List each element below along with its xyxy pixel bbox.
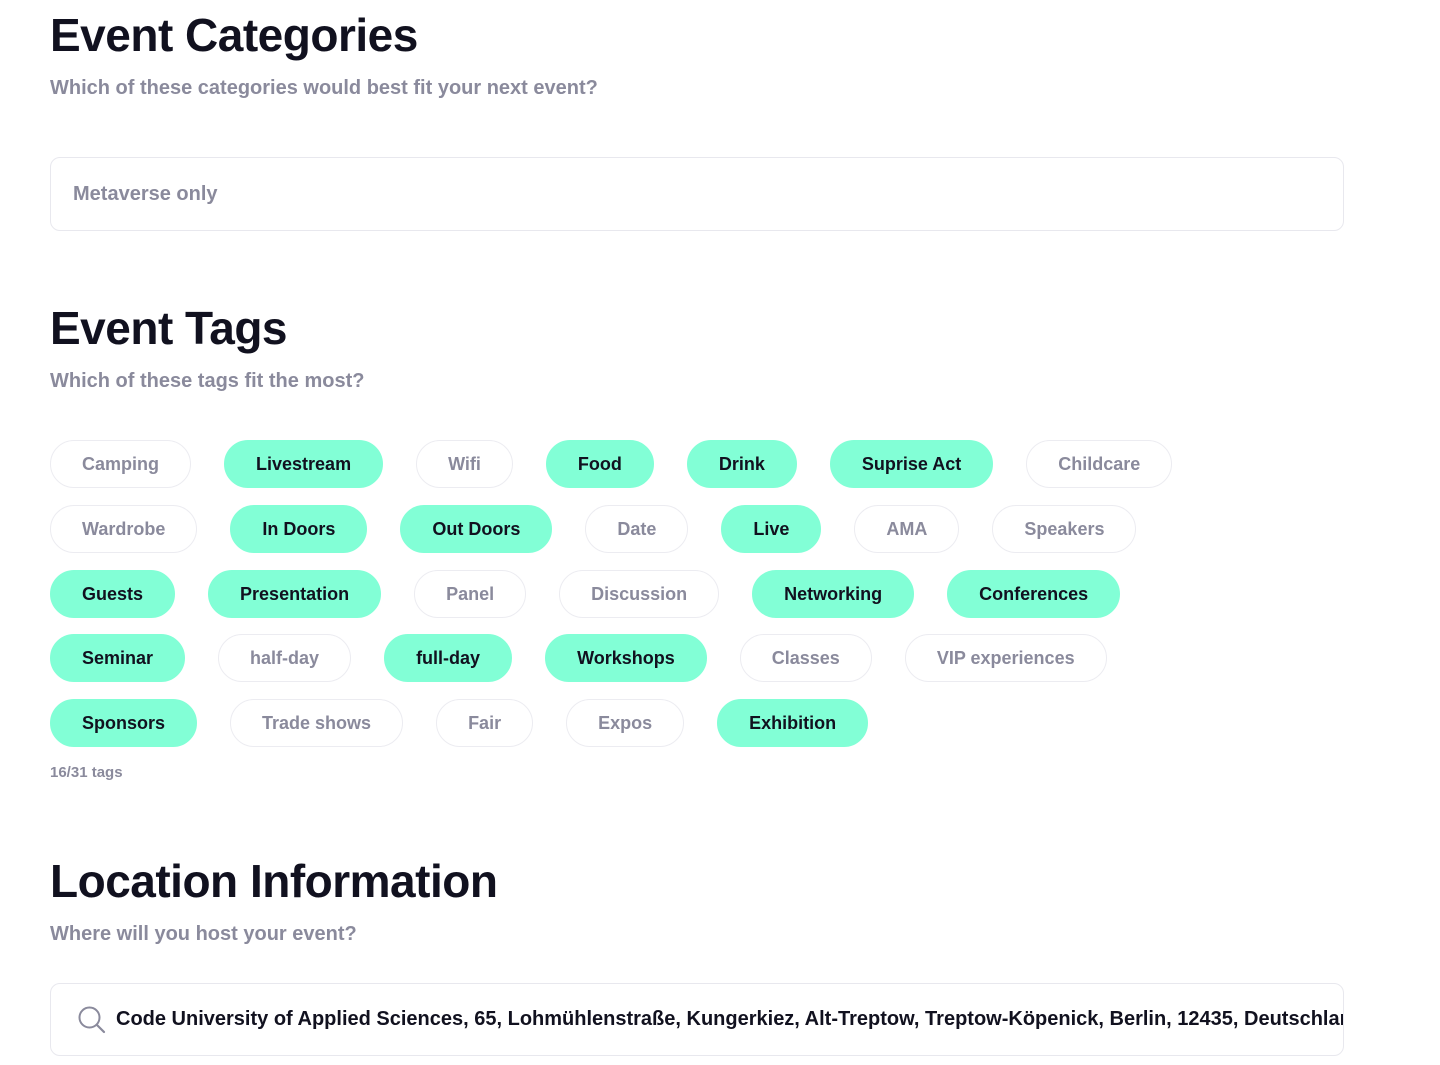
tag-chip[interactable]: Exhibition [717,699,869,747]
tags-subtitle: Which of these tags fit the most? [50,370,365,392]
tag-chip[interactable]: Live [721,505,822,553]
tag-chip[interactable]: Classes [739,634,872,682]
tag-chip[interactable]: Seminar [50,634,186,682]
tag-row: Sponsors Trade shows Fair Expos Exhibition [50,699,869,747]
tag-chip[interactable]: Fair [436,699,534,747]
tag-chip[interactable]: In Doors [230,505,368,553]
tag-chip[interactable]: Livestream [224,440,384,488]
tag-chip[interactable]: Suprise Act [829,440,994,488]
tag-chip[interactable]: AMA [854,505,960,553]
categories-title: Event Categories [50,9,418,61]
tag-count: 16/31 tags [50,764,123,781]
tag-chip[interactable]: Guests [50,570,176,618]
tag-chip[interactable]: Drink [686,440,797,488]
categories-subtitle: Which of these categories would best fit… [50,77,598,99]
location-search-input[interactable]: Code University of Applied Sciences, 65,… [50,983,1344,1056]
tag-chip[interactable]: Camping [50,440,192,488]
tag-chip[interactable]: half-day [218,634,352,682]
tag-chip[interactable]: Panel [414,570,527,618]
tag-chip[interactable]: VIP experiences [904,634,1107,682]
tag-chip[interactable]: full-day [384,634,513,682]
tag-chip[interactable]: Discussion [559,570,720,618]
tag-chip[interactable]: Workshops [545,634,707,682]
tag-row: Seminar half-day full-day Workshops Classes V… [50,634,1107,682]
tag-chip[interactable]: Expos [566,699,685,747]
search-icon [78,1006,106,1033]
location-title: Location Information [50,855,498,907]
category-value: Metaverse only [73,182,218,205]
tag-row: Camping Livestream Wifi Food Drink Suprise Ac… [50,440,1173,488]
tag-chip[interactable]: Wardrobe [50,505,198,553]
tag-row: Guests Presentation Panel Discussion Network… [50,570,1121,618]
tag-chip[interactable]: Childcare [1026,440,1173,488]
tag-chip[interactable]: Trade shows [230,699,404,747]
tag-chip[interactable]: Food [545,440,654,488]
tag-row: Wardrobe In Doors Out Doors Date Live AMA Spea… [50,505,1137,553]
tag-chip[interactable]: Networking [752,570,915,618]
tag-chip[interactable]: Out Doors [400,505,553,553]
tag-chip[interactable]: Sponsors [50,699,198,747]
tag-chip[interactable]: Presentation [208,570,382,618]
location-value: Code University of Applied Sciences, 65,… [116,1008,1344,1030]
tags-title: Event Tags [50,302,288,354]
category-select[interactable]: Metaverse only [50,157,1344,231]
tag-chip[interactable]: Speakers [992,505,1137,553]
tag-chip[interactable]: Wifi [416,440,513,488]
tag-chip[interactable]: Conferences [947,570,1121,618]
tag-chip[interactable]: Date [585,505,689,553]
location-subtitle: Where will you host your event? [50,923,357,945]
